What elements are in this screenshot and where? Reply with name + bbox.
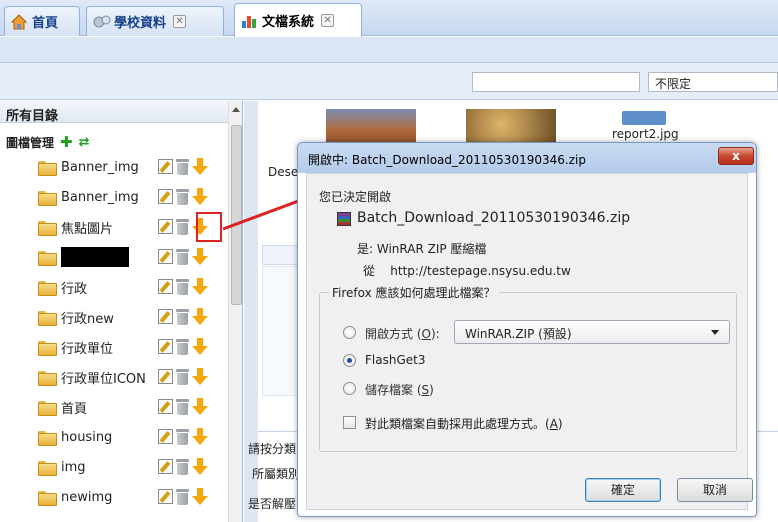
- open-with-value: WinRAR.ZIP (預設): [465, 327, 572, 341]
- file-type: 是: WinRAR ZIP 壓縮檔: [357, 242, 487, 256]
- from-url: http://testepage.nsysu.edu.tw: [390, 264, 571, 278]
- flashget-radio[interactable]: [343, 354, 356, 367]
- file-source: 從 http://testepage.nsysu.edu.tw: [363, 262, 571, 279]
- dialog-body: 您已決定開啟 Batch_Download_20110530190346.zip…: [306, 173, 753, 510]
- archive-icon: [337, 212, 351, 226]
- handling-question: Firefox 應該如何處理此檔案？: [329, 284, 499, 301]
- open-file-dialog: 開啟中: Batch_Download_20110530190346.zip x…: [297, 142, 757, 517]
- opening-text: 您已決定開啟: [319, 190, 392, 204]
- save-file-radio[interactable]: [343, 382, 356, 395]
- dialog-close-button[interactable]: x: [718, 147, 754, 165]
- open-with-select[interactable]: WinRAR.ZIP (預設): [454, 320, 730, 344]
- ok-button[interactable]: 確定: [585, 478, 661, 502]
- chevron-down-icon: [711, 330, 719, 335]
- save-file-label[interactable]: 儲存檔案 (S): [365, 381, 434, 398]
- flashget-label[interactable]: FlashGet3: [365, 353, 425, 367]
- dialog-title: 開啟中: Batch_Download_20110530190346.zip: [298, 143, 756, 173]
- open-with-radio[interactable]: [343, 326, 356, 339]
- cancel-button[interactable]: 取消: [677, 478, 753, 502]
- from-label: 從: [363, 264, 376, 278]
- auto-handle-label[interactable]: 對此類檔案自動採用此處理方式。(A): [365, 415, 563, 432]
- auto-handle-checkbox[interactable]: [343, 416, 356, 429]
- file-name: Batch_Download_20110530190346.zip: [357, 210, 631, 226]
- open-with-label[interactable]: 開啟方式 (O):: [365, 325, 440, 342]
